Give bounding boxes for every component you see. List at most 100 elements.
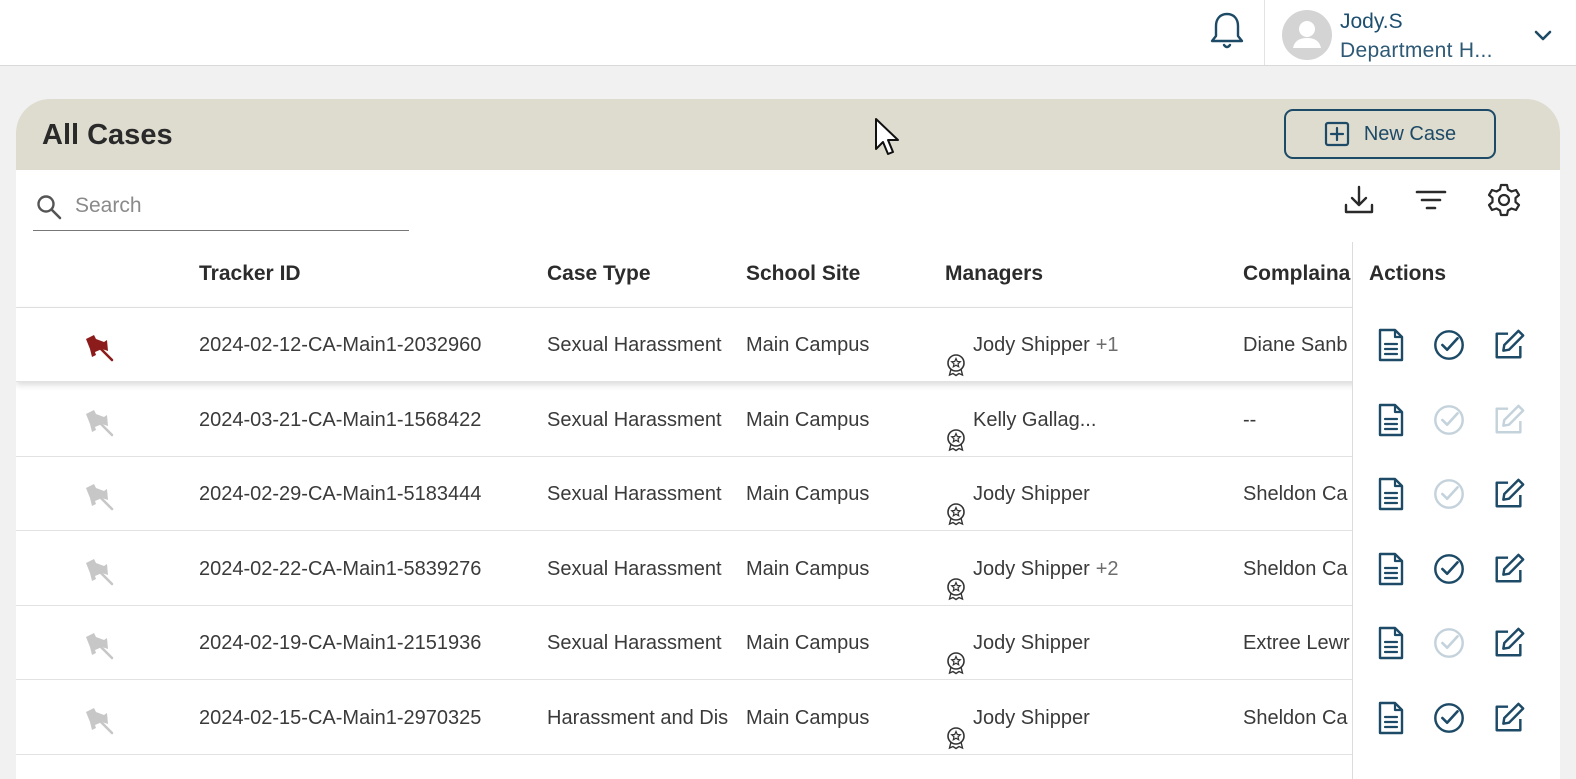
school-site: Main Campus — [746, 557, 870, 580]
download-button[interactable] — [1340, 181, 1378, 219]
manager-cell: Jody Shipper +2 — [945, 532, 1235, 606]
user-menu[interactable]: Jody.S Department H... — [1282, 8, 1558, 62]
tracker-id[interactable]: 2024-03-21-CA-Main1-1568422 — [199, 383, 539, 457]
new-case-label: New Case — [1363, 122, 1457, 145]
document-icon[interactable] — [1373, 700, 1409, 736]
col-complainant[interactable]: Complaina — [1243, 262, 1353, 286]
school-site: Main Campus — [746, 632, 870, 654]
pushpin-icon[interactable] — [82, 405, 116, 439]
document-icon[interactable] — [1373, 476, 1409, 512]
manager-cell: Jody Shipper — [945, 606, 1235, 680]
table-header: Tracker ID Case Type School Site Manager… — [16, 242, 1560, 308]
case-type: Sexual Harassment — [547, 483, 722, 505]
edit-icon — [1491, 402, 1527, 438]
check-circle-icon[interactable] — [1431, 551, 1467, 587]
document-icon[interactable] — [1373, 625, 1409, 661]
document-icon[interactable] — [1373, 327, 1409, 363]
cases-panel: All Cases New Case Search Tracker ID Cas… — [16, 99, 1560, 779]
new-case-button[interactable]: New Case — [1284, 109, 1496, 159]
check-circle-icon[interactable] — [1431, 327, 1467, 363]
tracker-id[interactable]: 2024-02-29-CA-Main1-5183444 — [199, 457, 539, 531]
avatar-icon — [1293, 21, 1321, 48]
table-row[interactable]: 2024-02-15-CA-Main1-2970325 Harassment an… — [16, 681, 1560, 755]
gear-icon — [1487, 183, 1521, 217]
download-icon — [1344, 185, 1374, 214]
panel-header: All Cases New Case — [16, 99, 1560, 170]
manager-extra-count[interactable]: +2 — [1096, 532, 1119, 606]
manager-name: Jody Shipper — [973, 557, 1090, 580]
top-bar: Jody.S Department H... — [0, 0, 1576, 66]
search-input[interactable] — [75, 189, 395, 223]
row-actions — [1353, 532, 1560, 606]
manager-cell: Jody Shipper +1 — [945, 308, 1235, 382]
table-row[interactable]: 2024-02-19-CA-Main1-2151936 Sexual Harass… — [16, 606, 1560, 680]
pushpin-icon[interactable] — [82, 554, 116, 588]
page-title: All Cases — [42, 119, 173, 151]
table-row[interactable]: 2024-03-21-CA-Main1-1568422 Sexual Harass… — [16, 383, 1560, 457]
edit-icon[interactable] — [1491, 551, 1527, 587]
tracker-id[interactable]: 2024-02-22-CA-Main1-5839276 — [199, 532, 539, 606]
tracker-id[interactable]: 2024-02-12-CA-Main1-2032960 — [199, 308, 539, 382]
pushpin-icon[interactable] — [82, 628, 116, 662]
table-row[interactable]: 2024-02-29-CA-Main1-5183444 Sexual Harass… — [16, 457, 1560, 531]
award-badge-icon — [945, 707, 967, 749]
tracker-id[interactable]: 2024-02-15-CA-Main1-2970325 — [199, 681, 539, 755]
case-type: Sexual Harassment — [547, 557, 722, 580]
manager-extra-count[interactable]: +1 — [1096, 308, 1119, 382]
complainant: Sheldon Ca — [1243, 706, 1348, 729]
pushpin-icon[interactable] — [82, 703, 116, 737]
filter-icon — [1415, 190, 1447, 210]
check-circle-icon — [1431, 402, 1467, 438]
header-divider — [1264, 0, 1265, 65]
search-box — [33, 185, 409, 231]
edit-icon[interactable] — [1491, 476, 1527, 512]
school-site: Main Campus — [746, 408, 870, 431]
filter-button[interactable] — [1412, 181, 1450, 219]
pushpin-icon[interactable] — [82, 330, 116, 364]
document-icon[interactable] — [1373, 551, 1409, 587]
award-badge-icon — [945, 632, 967, 675]
row-actions — [1353, 457, 1560, 531]
plus-square-icon — [1324, 121, 1349, 147]
manager-cell: Kelly Gallag... — [945, 383, 1235, 457]
check-circle-icon[interactable] — [1431, 700, 1467, 736]
case-type: Sexual Harassment — [547, 408, 722, 431]
col-actions: Actions — [1369, 262, 1447, 285]
search-icon — [37, 195, 62, 220]
award-badge-icon — [945, 334, 967, 377]
complainant: Diane Sanb — [1243, 334, 1348, 356]
check-circle-icon — [1431, 625, 1467, 661]
manager-name: Jody Shipper — [973, 483, 1090, 505]
manager-name: Jody Shipper — [973, 334, 1090, 356]
school-site: Main Campus — [746, 334, 870, 356]
col-tracker-id[interactable]: Tracker ID — [199, 262, 301, 286]
col-school-site[interactable]: School Site — [746, 262, 860, 286]
award-badge-icon — [945, 409, 967, 451]
tracker-id[interactable]: 2024-02-19-CA-Main1-2151936 — [199, 606, 539, 680]
complainant: Extree Lewr — [1243, 632, 1350, 654]
manager-name: Jody Shipper — [973, 706, 1090, 729]
table-row[interactable]: 2024-02-22-CA-Main1-5839276 Sexual Harass… — [16, 532, 1560, 606]
edit-icon[interactable] — [1491, 700, 1527, 736]
table-row[interactable]: 2024-02-12-CA-Main1-2032960 Sexual Harass… — [16, 308, 1560, 382]
user-role: Department H... — [1340, 39, 1493, 62]
complainant: Sheldon Ca — [1243, 557, 1348, 580]
case-type: Harassment and Dis — [547, 706, 729, 729]
row-actions — [1353, 606, 1560, 680]
row-actions — [1353, 383, 1560, 457]
mouse-cursor-icon — [875, 118, 899, 155]
chevron-down-icon[interactable] — [1532, 24, 1554, 46]
notifications-button[interactable] — [1208, 8, 1246, 54]
settings-button[interactable] — [1485, 181, 1523, 219]
col-case-type[interactable]: Case Type — [547, 262, 651, 286]
school-site: Main Campus — [746, 706, 870, 729]
row-actions — [1353, 308, 1560, 382]
col-managers[interactable]: Managers — [945, 262, 1043, 286]
pushpin-icon[interactable] — [82, 479, 116, 513]
manager-cell: Jody Shipper — [945, 681, 1235, 755]
edit-icon[interactable] — [1491, 327, 1527, 363]
edit-icon[interactable] — [1491, 625, 1527, 661]
avatar — [1282, 10, 1332, 60]
user-name: Jody.S — [1340, 10, 1403, 33]
document-icon[interactable] — [1373, 402, 1409, 438]
